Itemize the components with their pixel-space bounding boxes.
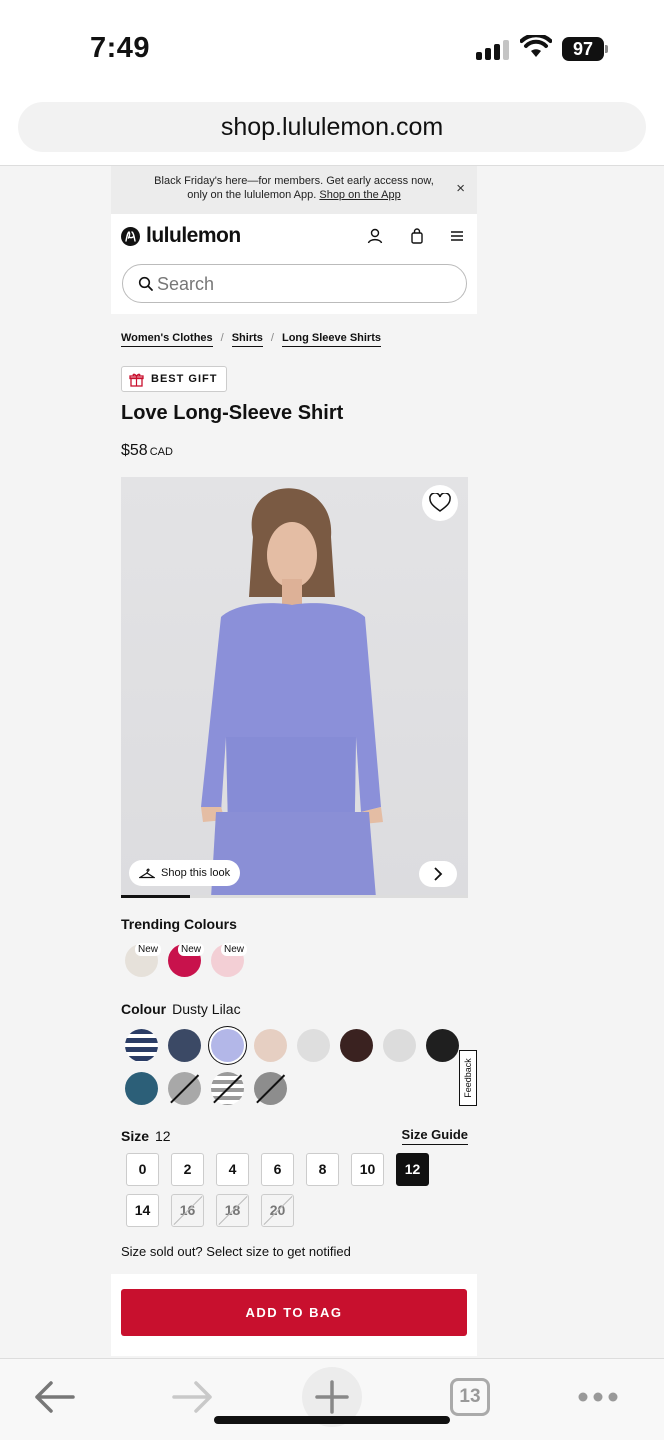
cellular-signal-icon — [476, 38, 509, 60]
next-image-button[interactable] — [419, 861, 457, 887]
product-page: Black Friday's here—for members. Get ear… — [111, 166, 477, 1356]
wishlist-button[interactable] — [422, 485, 458, 521]
size-option-2[interactable]: 2 — [171, 1153, 204, 1186]
breadcrumb-separator: / — [220, 332, 224, 344]
badge-label: BEST GIFT — [151, 373, 218, 385]
unavailable-slash — [213, 1074, 242, 1104]
colour-swatch[interactable] — [254, 1072, 287, 1105]
size-option-18[interactable]: 18 — [216, 1194, 249, 1227]
menu-icon[interactable] — [448, 227, 466, 245]
status-time: 7:49 — [90, 32, 151, 64]
battery-tip — [605, 45, 608, 53]
selected-size: 12 — [155, 1128, 171, 1144]
colour-swatch[interactable] — [125, 1029, 158, 1062]
heart-icon — [429, 493, 451, 512]
colour-swatch[interactable] — [340, 1029, 373, 1062]
size-option-10[interactable]: 10 — [351, 1153, 384, 1186]
site-header: lululemon Search — [111, 214, 477, 314]
logo-text: lululemon — [146, 224, 241, 247]
bag-icon[interactable] — [408, 227, 426, 245]
unavailable-slash — [170, 1074, 199, 1104]
colour-swatch[interactable] — [211, 1072, 244, 1105]
size-label: Size 12 — [121, 1128, 171, 1144]
promo-line-2: only on the lululemon App. Shop on the A… — [187, 189, 401, 201]
size-option-0[interactable]: 0 — [126, 1153, 159, 1186]
colour-swatch[interactable] — [383, 1029, 416, 1062]
selected-colour: Dusty Lilac — [172, 1001, 241, 1017]
add-to-bag-container: ADD TO BAG — [111, 1274, 477, 1356]
logo-icon — [121, 226, 140, 246]
colour-swatch[interactable] — [168, 1029, 201, 1062]
search-input[interactable]: Search — [122, 264, 467, 303]
forward-arrow-icon[interactable] — [172, 1377, 214, 1417]
feedback-label: Feedback — [463, 1058, 473, 1098]
colour-label: Colour Dusty Lilac — [121, 1001, 241, 1017]
close-icon[interactable]: × — [456, 181, 465, 196]
back-arrow-icon[interactable] — [33, 1377, 75, 1417]
gallery-progress — [121, 895, 468, 898]
browser-toolbar: 13 — [0, 1358, 664, 1440]
more-dots-icon[interactable] — [577, 1391, 619, 1403]
home-indicator — [214, 1416, 450, 1424]
size-option-14[interactable]: 14 — [126, 1194, 159, 1227]
breadcrumb-womens-clothes[interactable]: Women's Clothes — [121, 332, 213, 347]
new-tag: New — [135, 943, 162, 956]
colour-swatch[interactable] — [254, 1029, 287, 1062]
colour-swatch[interactable] — [125, 1072, 158, 1105]
wifi-icon — [520, 35, 552, 57]
size-guide-link[interactable]: Size Guide — [401, 1127, 468, 1145]
breadcrumb-separator: / — [270, 332, 274, 344]
new-tag: New — [221, 943, 248, 956]
address-bar[interactable]: shop.lululemon.com — [18, 102, 646, 152]
product-title: Love Long-Sleeve Shirt — [121, 402, 344, 424]
search-placeholder: Search — [157, 274, 215, 294]
status-bar: 7:49 97 — [0, 0, 664, 96]
new-tab-plus-icon — [315, 1380, 349, 1414]
chevron-right-icon — [434, 867, 443, 881]
gift-icon — [129, 373, 144, 387]
colour-swatch[interactable] — [426, 1029, 459, 1062]
promo-banner: Black Friday's here—for members. Get ear… — [111, 166, 477, 214]
size-option-16[interactable]: 16 — [171, 1194, 204, 1227]
size-option-4[interactable]: 4 — [216, 1153, 249, 1186]
promo-line-1: Black Friday's here—for members. Get ear… — [154, 175, 434, 187]
product-price: $58 CAD — [121, 442, 173, 460]
colour-swatch[interactable] — [211, 1029, 244, 1062]
product-image[interactable]: Shop this look — [121, 477, 468, 898]
price-currency: CAD — [149, 446, 173, 458]
new-tag: New — [178, 943, 205, 956]
gallery-progress-fill — [121, 895, 191, 898]
size-option-20[interactable]: 20 — [261, 1194, 294, 1227]
lululemon-logo[interactable]: lululemon — [121, 224, 241, 248]
best-gift-badge: BEST GIFT — [121, 366, 228, 392]
size-option-6[interactable]: 6 — [261, 1153, 294, 1186]
browser-address-bar-container: shop.lululemon.com — [0, 96, 664, 166]
size-option-8[interactable]: 8 — [306, 1153, 339, 1186]
search-icon — [138, 276, 153, 291]
tabs-icon[interactable]: 13 — [450, 1378, 490, 1416]
add-to-bag-button[interactable]: ADD TO BAG — [121, 1289, 467, 1336]
colour-swatch[interactable] — [297, 1029, 330, 1062]
shop-this-look-label: Shop this look — [161, 867, 231, 879]
breadcrumb: Women's Clothes / Shirts / Long Sleeve S… — [121, 332, 381, 347]
shop-this-look-button[interactable]: Shop this look — [129, 860, 241, 886]
model-photo — [201, 488, 383, 898]
trending-colours-label: Trending Colours — [121, 916, 237, 932]
breadcrumb-long-sleeve-shirts[interactable]: Long Sleeve Shirts — [281, 332, 381, 347]
price-amount: $58 — [121, 442, 148, 459]
account-icon[interactable] — [366, 227, 384, 245]
shop-on-app-link[interactable]: Shop on the App — [319, 189, 400, 201]
colour-swatch[interactable] — [168, 1072, 201, 1105]
hanger-icon — [139, 868, 155, 879]
battery-icon: 97 — [562, 37, 604, 61]
unavailable-slash — [256, 1074, 285, 1104]
sold-out-notice: Size sold out? Select size to get notifi… — [121, 1244, 351, 1259]
feedback-tab[interactable]: Feedback — [459, 1050, 477, 1106]
size-option-12[interactable]: 12 — [396, 1153, 429, 1186]
breadcrumb-shirts[interactable]: Shirts — [231, 332, 263, 347]
